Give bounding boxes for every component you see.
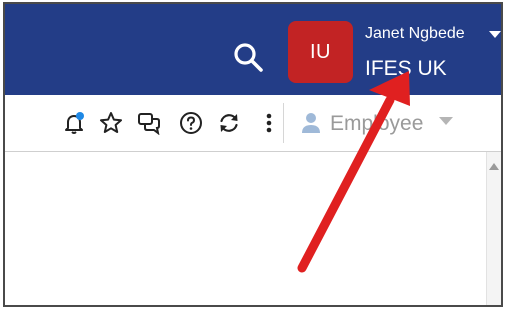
user-name[interactable]: Janet Ngbede	[365, 25, 465, 43]
toolbar-divider	[283, 103, 284, 143]
vertical-scrollbar[interactable]	[486, 152, 501, 305]
top-header-bar: IU Janet Ngbede IFES UK	[5, 4, 501, 95]
chat-icon[interactable]	[137, 111, 161, 135]
scroll-up-arrow-icon[interactable]	[489, 162, 499, 170]
organization-name[interactable]: IFES UK	[365, 57, 447, 81]
role-selector[interactable]: Employee	[330, 112, 423, 136]
toolbar: Employee	[5, 95, 501, 152]
notification-bell-icon[interactable]	[62, 111, 86, 135]
caret-down-icon[interactable]	[489, 31, 501, 39]
role-caret-down-icon[interactable]	[439, 117, 453, 127]
search-icon[interactable]	[231, 40, 267, 76]
refresh-icon[interactable]	[217, 111, 241, 135]
main-content-area	[5, 152, 501, 305]
person-icon[interactable]	[299, 111, 323, 135]
more-options-icon[interactable]	[257, 111, 281, 135]
user-avatar[interactable]: IU	[288, 21, 353, 83]
help-icon[interactable]	[179, 111, 203, 135]
app-window: IU Janet Ngbede IFES UK Employee	[3, 2, 503, 307]
star-icon[interactable]	[99, 111, 123, 135]
